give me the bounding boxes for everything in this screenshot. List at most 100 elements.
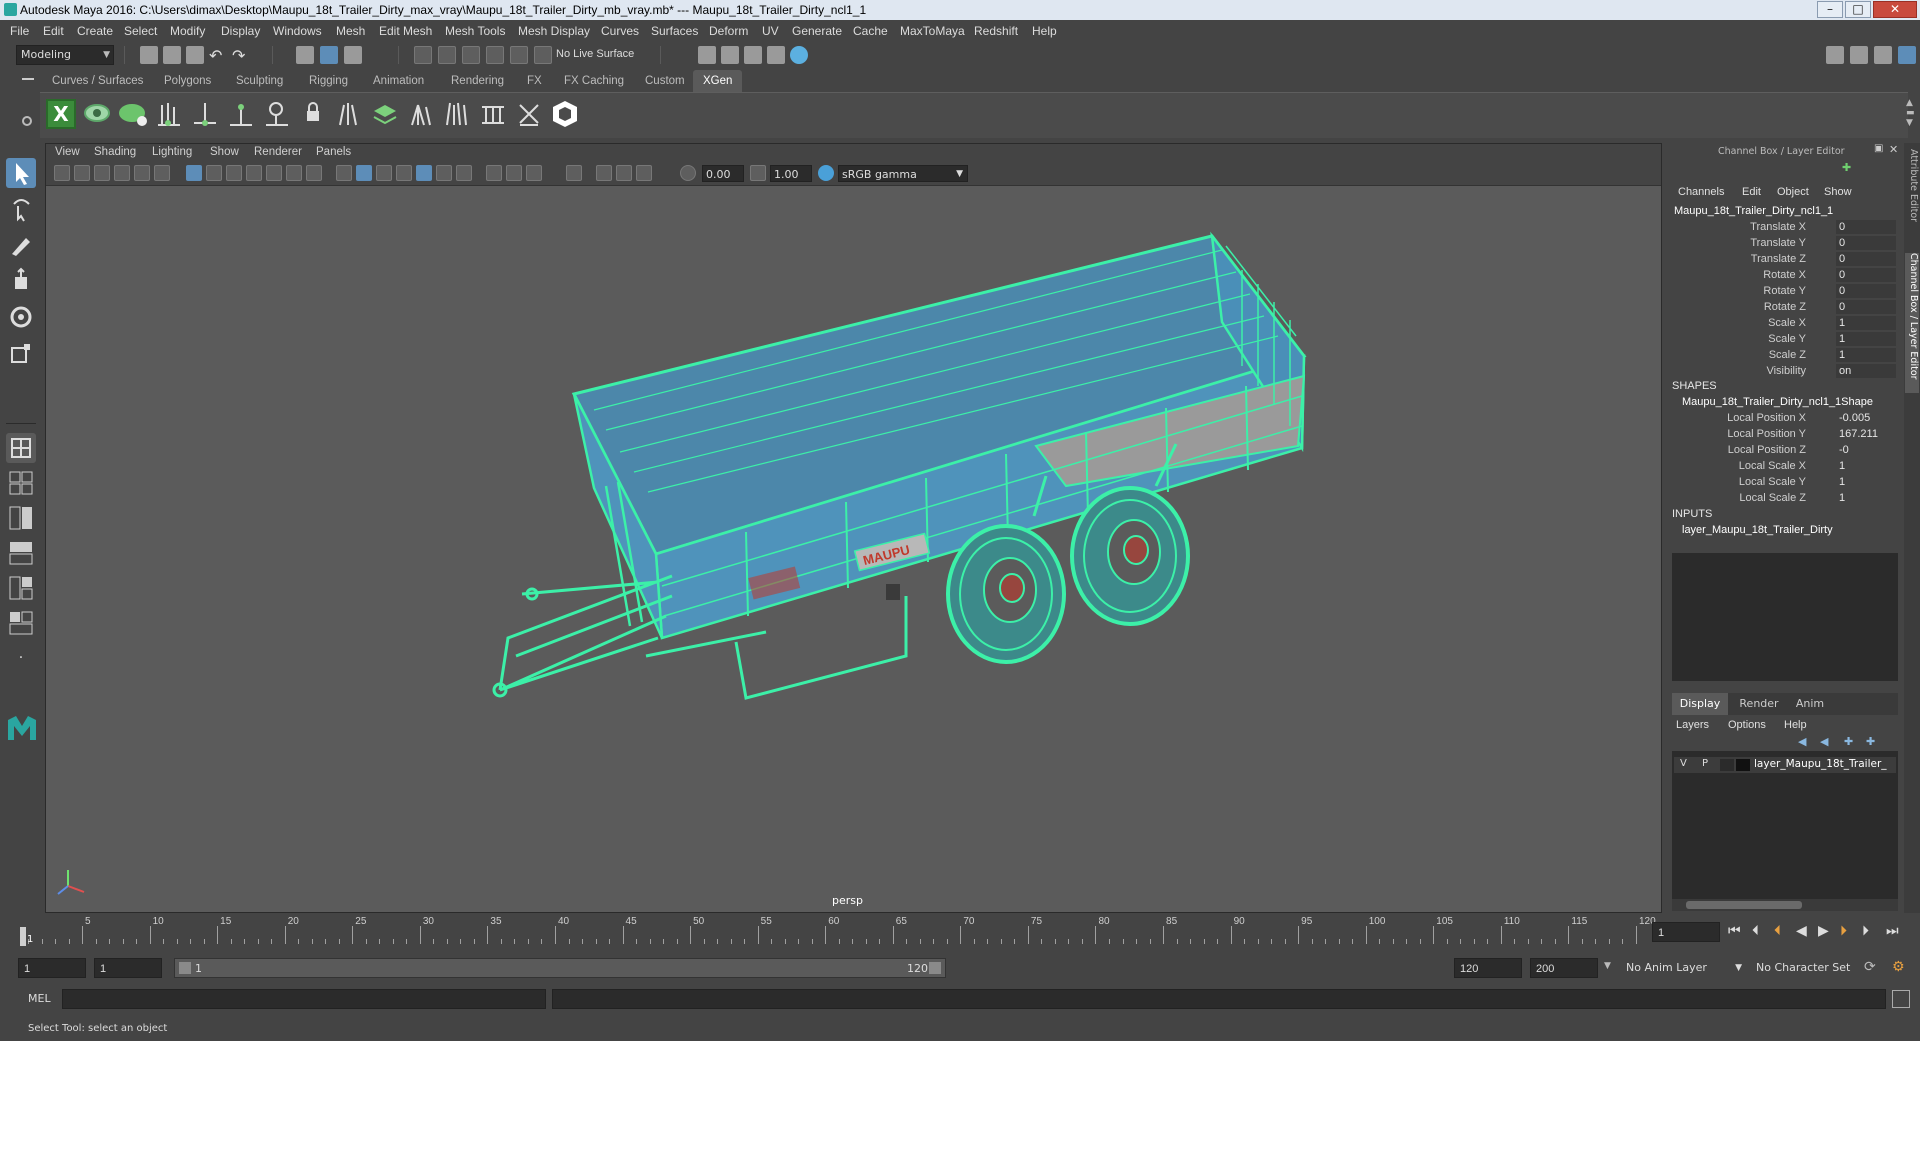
save-scene-icon[interactable] xyxy=(186,46,204,64)
menu-mesh-display[interactable]: Mesh Display xyxy=(518,24,590,38)
viewport-menu-panels[interactable]: Panels xyxy=(316,146,351,158)
xray-icon[interactable] xyxy=(596,165,612,181)
xgen-groom-icon[interactable] xyxy=(154,99,184,129)
scene-canvas[interactable]: MAUPU xyxy=(46,186,1662,913)
xgen-lock-guide-icon[interactable] xyxy=(298,99,328,129)
layer-tab-anim[interactable]: Anim xyxy=(1788,693,1832,715)
undo-icon[interactable]: ↶ xyxy=(209,46,227,65)
menu-deform[interactable]: Deform xyxy=(709,24,748,38)
channel-box-tool-icon[interactable]: ✚ xyxy=(1842,161,1851,174)
grease-pencil-icon[interactable] xyxy=(154,165,170,181)
camera-lock-icon[interactable] xyxy=(74,165,90,181)
layout-single-icon[interactable] xyxy=(6,468,36,498)
xgen-noise-icon[interactable] xyxy=(478,99,508,129)
select-tool-icon[interactable] xyxy=(6,158,36,188)
layer-tab-display[interactable]: Display xyxy=(1672,693,1728,715)
tool-settings-toggle-icon[interactable] xyxy=(1874,46,1892,64)
step-forward-icon[interactable]: ⏵ xyxy=(1862,923,1869,939)
menu-edit[interactable]: Edit xyxy=(43,24,64,38)
menu-modify[interactable]: Modify xyxy=(170,24,205,38)
animation-end-field[interactable]: 200 xyxy=(1530,958,1598,978)
last-tool-icon[interactable] xyxy=(6,433,36,463)
snap-curve-icon[interactable] xyxy=(438,46,456,64)
current-time-marker[interactable] xyxy=(20,927,26,946)
channel-scale-z-label[interactable]: Scale Z xyxy=(1769,349,1806,361)
local-scale-z-value[interactable]: 1 xyxy=(1836,491,1896,505)
menu-create[interactable]: Create xyxy=(77,24,113,38)
local-scale-x-label[interactable]: Local Scale X xyxy=(1739,460,1806,472)
local-position-z-value[interactable]: -0 xyxy=(1836,443,1896,457)
motion-blur-icon[interactable] xyxy=(506,165,522,181)
color-management-icon[interactable] xyxy=(818,165,834,181)
close-button[interactable]: ✕ xyxy=(1873,1,1917,18)
textured-icon[interactable] xyxy=(416,165,432,181)
local-position-y-label[interactable]: Local Position Y xyxy=(1727,428,1806,440)
xgen-layers-icon[interactable] xyxy=(370,99,400,129)
shelf-menu-icon[interactable] xyxy=(22,78,34,80)
local-position-x-value[interactable]: -0.005 xyxy=(1836,411,1896,425)
channel-translate-y-label[interactable]: Translate Y xyxy=(1750,237,1806,249)
scale-tool-icon[interactable] xyxy=(6,338,36,368)
menu-redshift[interactable]: Redshift xyxy=(974,24,1018,38)
channel-visibility-label[interactable]: Visibility xyxy=(1766,365,1806,377)
step-back-icon[interactable]: ⏴ xyxy=(1752,923,1759,939)
play-backward-icon[interactable]: ◀ xyxy=(1796,923,1807,939)
paint-select-tool-icon[interactable] xyxy=(6,230,36,260)
auto-key-icon[interactable]: ⟳ xyxy=(1864,959,1876,975)
viewport-menu-shading[interactable]: Shading xyxy=(94,146,136,158)
viewport-persp[interactable]: View Shading Lighting Show Renderer Pane… xyxy=(45,143,1662,913)
xgen-hex-icon[interactable] xyxy=(550,99,580,129)
viewport-menu-lighting[interactable]: Lighting xyxy=(152,146,192,158)
tab-rendering[interactable]: Rendering xyxy=(441,70,514,92)
time-slider[interactable]: 5 10 15 20 25 30 35 40 45 50 55 60 65 70 75 80 85 90 95 100… xyxy=(20,916,1656,946)
new-scene-icon[interactable] xyxy=(140,46,158,64)
character-set-dropdown[interactable]: No Character Set xyxy=(1752,958,1870,978)
field-chart-icon[interactable] xyxy=(266,165,282,181)
tab-xgen[interactable]: XGen xyxy=(693,70,743,92)
xray-joints-icon[interactable] xyxy=(616,165,632,181)
xgen-editor-icon[interactable]: X xyxy=(46,99,76,129)
new-layer-selected-icon[interactable]: ✚ xyxy=(1866,735,1875,748)
toolbox-more-icon[interactable]: · xyxy=(6,646,36,676)
shape-name[interactable]: Maupu_18t_Trailer_Dirty_ncl1_1Shape xyxy=(1682,396,1873,408)
channel-translate-z-value[interactable]: 0 xyxy=(1836,252,1896,266)
maximize-button[interactable]: □ xyxy=(1845,1,1871,18)
menu-select[interactable]: Select xyxy=(124,24,157,38)
gamma-icon[interactable] xyxy=(750,165,766,181)
float-panel-icon[interactable]: ▣ xyxy=(1874,143,1883,154)
shelf-scroll-icon[interactable]: ▲ ▬ ▼ xyxy=(1906,98,1916,128)
layout-hypershade-icon[interactable] xyxy=(6,608,36,638)
layout-outliner-icon[interactable] xyxy=(6,503,36,533)
local-scale-y-label[interactable]: Local Scale Y xyxy=(1739,476,1806,488)
ambient-occlusion-icon[interactable] xyxy=(486,165,502,181)
isolate-select-icon[interactable] xyxy=(566,165,582,181)
channels-menu[interactable]: Channels xyxy=(1678,186,1724,198)
go-to-start-icon[interactable]: ⏮ xyxy=(1728,923,1741,939)
safe-action-icon[interactable] xyxy=(286,165,302,181)
xgen-delete-icon[interactable] xyxy=(514,99,544,129)
menu-uv[interactable]: UV xyxy=(762,24,779,38)
local-position-y-value[interactable]: 167.211 xyxy=(1836,427,1896,441)
local-scale-x-value[interactable]: 1 xyxy=(1836,459,1896,473)
layer-name[interactable]: layer_Maupu_18t_Trailer_ xyxy=(1754,758,1887,770)
tab-curves-surfaces[interactable]: Curves / Surfaces xyxy=(42,70,153,92)
script-editor-icon[interactable] xyxy=(1892,990,1910,1008)
edit-menu[interactable]: Edit xyxy=(1742,186,1761,198)
wireframe-icon[interactable] xyxy=(336,165,352,181)
menu-surfaces[interactable]: Surfaces xyxy=(651,24,698,38)
menu-generate[interactable]: Generate xyxy=(792,24,842,38)
range-slider[interactable]: 1 120 xyxy=(174,958,946,978)
select-hierarchy-icon[interactable] xyxy=(296,46,314,64)
channel-scale-z-value[interactable]: 1 xyxy=(1836,348,1896,362)
channel-rotate-y-label[interactable]: Rotate Y xyxy=(1763,285,1806,297)
shadows-icon[interactable] xyxy=(456,165,472,181)
channel-rotate-x-value[interactable]: 0 xyxy=(1836,268,1896,282)
menu-maxtomaya[interactable]: MaxToMaya xyxy=(900,24,965,38)
image-plane-icon[interactable] xyxy=(114,165,130,181)
mel-input[interactable] xyxy=(62,989,546,1009)
wireframe-on-shaded-icon[interactable] xyxy=(396,165,412,181)
channel-scale-y-label[interactable]: Scale Y xyxy=(1768,333,1806,345)
xgen-create-description-icon[interactable] xyxy=(118,99,148,129)
safe-title-icon[interactable] xyxy=(306,165,322,181)
mel-label[interactable]: MEL xyxy=(28,992,51,1005)
